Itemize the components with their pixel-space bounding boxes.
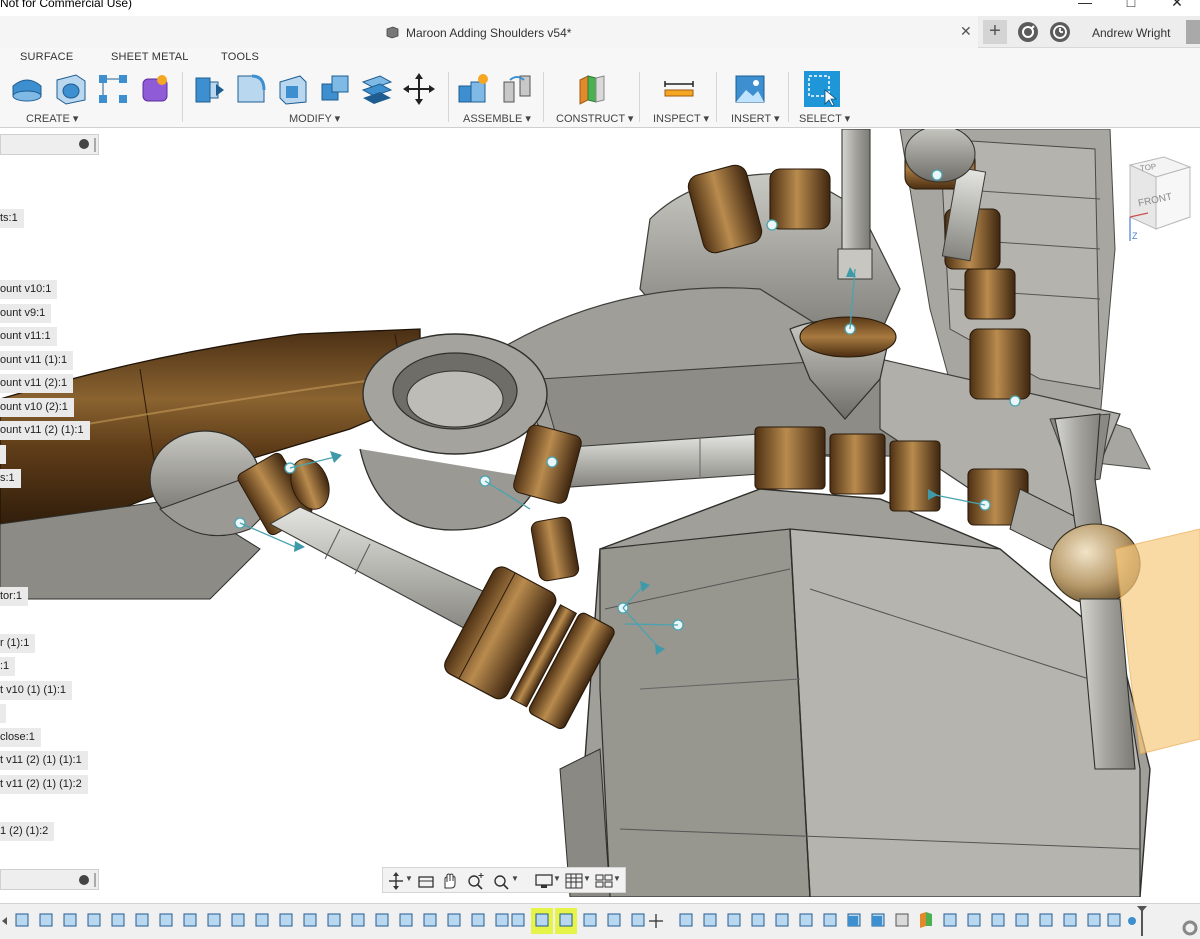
browser-node[interactable]: :1	[0, 657, 16, 676]
chevron-down-icon[interactable]: ▼	[613, 874, 621, 883]
revolve-icon[interactable]	[10, 72, 44, 106]
offset-plane-icon[interactable]	[574, 72, 608, 106]
offset-face-icon[interactable]	[360, 72, 394, 106]
job-status-icon[interactable]	[1018, 22, 1038, 42]
toolbar-separator	[639, 72, 640, 122]
navigation-bar: ▼ ▼ ▼ ▼ ▼	[382, 867, 626, 893]
select-menu[interactable]: SELECT ▾	[799, 112, 850, 125]
panel-grip-icon[interactable]	[94, 138, 96, 152]
3d-viewport[interactable]: TOP FRONT Z	[0, 125, 1200, 898]
browser-node[interactable]: close:1	[0, 728, 41, 747]
toolbar-separator	[543, 72, 544, 122]
3d-model-render	[0, 125, 1200, 898]
component-icon	[386, 26, 399, 39]
chevron-down-icon[interactable]: ▼	[405, 874, 413, 883]
measure-icon[interactable]	[662, 72, 696, 106]
chevron-down-icon[interactable]: ▼	[511, 874, 519, 883]
chevron-down-icon[interactable]: ▼	[583, 874, 591, 883]
joint-icon[interactable]	[500, 72, 534, 106]
assemble-menu[interactable]: ASSEMBLE ▾	[463, 112, 531, 125]
browser-node[interactable]: t v11 (2) (1) (1):1	[0, 751, 88, 770]
user-name[interactable]: Andrew Wright	[1092, 26, 1170, 40]
browser-node[interactable]: ount v11 (2) (1):1	[0, 421, 90, 440]
grid-icon[interactable]	[563, 872, 585, 890]
inspect-menu[interactable]: INSPECT ▾	[653, 112, 709, 125]
document-tab-row: Maroon Adding Shoulders v54* ✕ + Andrew …	[0, 16, 1200, 48]
pan-icon[interactable]	[439, 872, 461, 890]
browser-node[interactable]: ount v11 (1):1	[0, 351, 74, 370]
timeline-settings-icon	[1182, 920, 1198, 936]
recent-history-icon[interactable]	[1050, 22, 1070, 42]
select-icon[interactable]	[803, 70, 841, 108]
display-settings-icon[interactable]	[533, 872, 555, 890]
browser-node[interactable]: ount v11 (2):1	[0, 374, 74, 393]
browser-node[interactable]: ount v11:1	[0, 327, 57, 346]
new-tab-button[interactable]: +	[983, 20, 1007, 44]
construct-menu[interactable]: CONSTRUCT ▾	[556, 112, 633, 125]
workspace-tab-surface[interactable]: SURFACE	[20, 51, 73, 63]
browser-node[interactable]: ount v9:1	[0, 304, 52, 323]
help-menu-button[interactable]	[1186, 20, 1200, 44]
insert-menu[interactable]: INSERT ▾	[731, 112, 780, 125]
shell-icon[interactable]	[276, 72, 310, 106]
combine-icon[interactable]	[318, 72, 352, 106]
toolbar-separator	[716, 72, 717, 122]
timeline-features[interactable]	[0, 904, 1200, 939]
document-tab-title: Maroon Adding Shoulders v54*	[406, 26, 572, 40]
chevron-down-icon[interactable]: ▼	[553, 874, 561, 883]
minimize-button[interactable]: —	[1062, 0, 1108, 16]
rectangular-pattern-icon[interactable]	[96, 72, 130, 106]
view-cube[interactable]: TOP FRONT Z	[1120, 151, 1192, 246]
collapse-panel-icon[interactable]	[79, 139, 89, 149]
close-tab-button[interactable]: ✕	[960, 23, 972, 40]
press-pull-icon[interactable]	[192, 72, 226, 106]
browser-node[interactable]: r (1):1	[0, 634, 36, 653]
new-component-icon[interactable]	[456, 72, 490, 106]
hole-icon[interactable]	[54, 72, 88, 106]
move-copy-icon[interactable]	[402, 72, 436, 106]
toolbar-separator	[448, 72, 449, 122]
panel-grip-icon[interactable]	[94, 873, 96, 887]
close-window-button[interactable]: ✕	[1154, 0, 1200, 16]
document-tab[interactable]: Maroon Adding Shoulders v54* ✕	[0, 16, 978, 48]
browser-panel-header[interactable]	[0, 134, 99, 155]
workspace-tab-tools[interactable]: TOOLS	[221, 51, 259, 63]
timeline	[0, 903, 1200, 939]
maximize-button[interactable]: □	[1108, 0, 1154, 16]
create-menu[interactable]: CREATE ▾	[26, 112, 78, 125]
browser-node[interactable]: s:1	[0, 469, 21, 488]
look-at-icon[interactable]	[415, 872, 437, 890]
insert-canvas-icon[interactable]	[733, 72, 767, 106]
fusion-app-window: TOP FRONT Z Not for Commercial Use) — □ …	[0, 0, 1200, 939]
create-form-icon[interactable]	[138, 72, 172, 106]
modify-menu[interactable]: MODIFY ▾	[289, 112, 340, 125]
comments-panel-header[interactable]	[0, 869, 99, 890]
viewports-icon[interactable]	[593, 872, 615, 890]
browser-node[interactable]: 1 (2) (1):2	[0, 822, 55, 841]
toolbar-separator	[182, 72, 183, 122]
toolbar-separator	[788, 72, 789, 122]
design-toolbar: SURFACE SHEET METAL TOOLS CREATE ▾ MODIF…	[0, 48, 1200, 128]
browser-node[interactable]	[0, 445, 6, 464]
fillet-icon[interactable]	[234, 72, 268, 106]
browser-node[interactable]: ount v10 (2):1	[0, 398, 74, 417]
window-title-bar: Not for Commercial Use) — □ ✕	[0, 0, 1200, 16]
zoom-icon[interactable]	[465, 872, 487, 890]
browser-node[interactable]	[0, 704, 6, 723]
browser-node[interactable]: t v10 (1) (1):1	[0, 681, 73, 700]
window-title: Not for Commercial Use)	[0, 0, 133, 10]
viewcube-z-axis-label: Z	[1132, 231, 1138, 241]
workspace-tab-sheet-metal[interactable]: SHEET METAL	[111, 51, 189, 63]
browser-node[interactable]: t v11 (2) (1) (1):2	[0, 775, 88, 794]
browser-node[interactable]: tor:1	[0, 587, 29, 606]
browser-node[interactable]: ount v10:1	[0, 280, 58, 299]
browser-node[interactable]: ts:1	[0, 209, 24, 228]
expand-comments-icon[interactable]	[79, 875, 89, 885]
fit-icon[interactable]	[491, 872, 513, 890]
